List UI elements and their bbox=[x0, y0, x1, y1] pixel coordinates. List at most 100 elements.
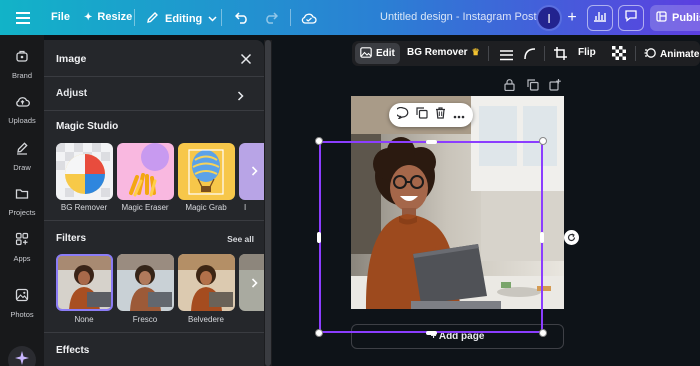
bg-remover-button[interactable]: BG Remover ♛ bbox=[407, 47, 480, 58]
rail-item-draw[interactable]: Draw bbox=[0, 141, 44, 172]
add-page-icon[interactable] bbox=[549, 78, 561, 96]
publish-button[interactable]: Publis bbox=[650, 5, 700, 31]
corner-rounding-icon[interactable] bbox=[524, 47, 536, 65]
magic-eraser-label: Magic Eraser bbox=[121, 203, 169, 212]
divider bbox=[44, 220, 264, 221]
lock-icon[interactable] bbox=[504, 78, 515, 96]
animate-label: Animate bbox=[660, 49, 700, 60]
bar-chart-icon bbox=[593, 9, 607, 27]
file-label: File bbox=[51, 11, 70, 23]
resize-handle-top[interactable] bbox=[426, 140, 437, 144]
resize-icon: ✦ bbox=[84, 11, 93, 23]
left-rail: Brand Uploads Draw Projects Apps Photos bbox=[0, 35, 44, 366]
comment-icon[interactable] bbox=[394, 106, 409, 124]
crop-icon[interactable] bbox=[554, 47, 567, 65]
close-icon[interactable] bbox=[240, 52, 252, 70]
cloud-save-icon[interactable] bbox=[300, 9, 318, 27]
transparency-icon[interactable] bbox=[612, 46, 626, 65]
flip-button[interactable]: Flip bbox=[578, 47, 596, 58]
carousel-next-icon[interactable] bbox=[247, 164, 261, 178]
panel-scrollbar[interactable] bbox=[264, 40, 272, 366]
selection-box[interactable] bbox=[319, 141, 543, 333]
rail-label: Photos bbox=[10, 310, 34, 319]
copy-icon[interactable] bbox=[416, 106, 428, 124]
rail-item-uploads[interactable]: Uploads bbox=[0, 95, 44, 125]
resize-handle-top-left[interactable] bbox=[315, 137, 323, 145]
fries-thumbnail bbox=[117, 143, 174, 200]
rotate-icon bbox=[567, 229, 576, 247]
effects-header[interactable]: Effects bbox=[44, 342, 264, 358]
trash-icon[interactable] bbox=[435, 106, 446, 124]
editing-label: Editing bbox=[165, 13, 203, 25]
rail-item-projects[interactable]: Projects bbox=[0, 187, 44, 217]
panel-header: Image bbox=[44, 50, 264, 68]
filter-none-label: None bbox=[74, 315, 94, 324]
border-style-icon[interactable] bbox=[500, 48, 513, 66]
divider bbox=[544, 46, 545, 61]
resize-handle-bottom-left[interactable] bbox=[315, 329, 323, 337]
rail-item-brand[interactable]: Brand bbox=[0, 49, 44, 80]
brand-icon bbox=[15, 49, 29, 68]
filter-belvedere-tile[interactable] bbox=[178, 254, 235, 311]
magic-studio-heading: Magic Studio bbox=[56, 120, 119, 132]
avatar[interactable]: I bbox=[536, 5, 562, 31]
insights-button[interactable] bbox=[587, 5, 613, 31]
carousel-next-icon[interactable] bbox=[247, 276, 261, 290]
redo-icon[interactable] bbox=[263, 10, 279, 26]
resize-handle-bottom-right[interactable] bbox=[539, 329, 547, 337]
resize-button[interactable]: ✦ Resize bbox=[84, 11, 132, 23]
rail-label: Apps bbox=[13, 254, 31, 263]
magic-eraser-tile[interactable] bbox=[117, 143, 174, 200]
top-bar: File ✦ Resize Editing Untitled design - … bbox=[0, 0, 700, 35]
rotate-handle[interactable] bbox=[564, 230, 579, 245]
more-options-icon[interactable] bbox=[453, 106, 465, 124]
resize-label: Resize bbox=[97, 11, 133, 23]
duplicate-page-icon[interactable] bbox=[527, 78, 539, 96]
design-title[interactable]: Untitled design - Instagram Post bbox=[380, 11, 537, 23]
rail-item-apps[interactable]: Apps bbox=[0, 232, 44, 263]
scroll-thumb[interactable] bbox=[265, 40, 271, 366]
rail-label: Draw bbox=[13, 163, 31, 172]
filter-fresco-thumbnail bbox=[117, 254, 174, 311]
editing-mode-dropdown[interactable]: Editing bbox=[146, 11, 217, 27]
see-all-link[interactable]: See all bbox=[227, 234, 254, 244]
apps-grid-icon bbox=[15, 232, 29, 251]
divider bbox=[44, 332, 264, 333]
animate-button[interactable]: Animate bbox=[644, 47, 699, 62]
rail-item-photos[interactable]: Photos bbox=[0, 288, 44, 319]
filter-fresco-label: Fresco bbox=[132, 315, 158, 324]
magic-ai-button[interactable] bbox=[8, 346, 36, 366]
plus-icon[interactable]: + bbox=[563, 9, 581, 27]
resize-handle-left[interactable] bbox=[317, 232, 321, 243]
share-board-icon bbox=[656, 11, 667, 25]
folder-icon bbox=[15, 187, 29, 205]
avatar-initial: I bbox=[547, 10, 551, 26]
divider bbox=[44, 76, 264, 77]
divider bbox=[134, 9, 135, 26]
adjust-row[interactable]: Adjust bbox=[44, 84, 264, 102]
menu-icon[interactable] bbox=[14, 9, 32, 27]
pen-icon bbox=[15, 141, 29, 160]
filter-belvedere-label: Belvedere bbox=[187, 315, 225, 324]
filter-belvedere-thumbnail bbox=[178, 254, 235, 311]
magic-tool-partial-label: I bbox=[244, 203, 247, 212]
magic-grab-tile[interactable] bbox=[178, 143, 235, 200]
resize-handle-right[interactable] bbox=[540, 232, 544, 243]
divider bbox=[290, 9, 291, 26]
filter-none-tile[interactable] bbox=[56, 254, 113, 311]
sparkle-icon bbox=[14, 350, 30, 366]
chevron-right-icon bbox=[237, 88, 244, 106]
file-menu[interactable]: File bbox=[51, 11, 70, 23]
bg-remover-tile[interactable] bbox=[56, 143, 113, 200]
rail-label: Uploads bbox=[8, 116, 36, 125]
edit-label: Edit bbox=[376, 48, 395, 59]
filter-fresco-tile[interactable] bbox=[117, 254, 174, 311]
edit-image-button[interactable]: Edit bbox=[355, 43, 400, 64]
resize-handle-bottom[interactable] bbox=[426, 331, 437, 335]
filters-heading: Filters bbox=[56, 232, 87, 244]
chevron-down-icon bbox=[208, 13, 217, 25]
comments-button[interactable] bbox=[618, 5, 644, 31]
rail-label: Brand bbox=[11, 71, 32, 80]
resize-handle-top-right[interactable] bbox=[539, 137, 547, 145]
undo-icon[interactable] bbox=[234, 10, 250, 26]
